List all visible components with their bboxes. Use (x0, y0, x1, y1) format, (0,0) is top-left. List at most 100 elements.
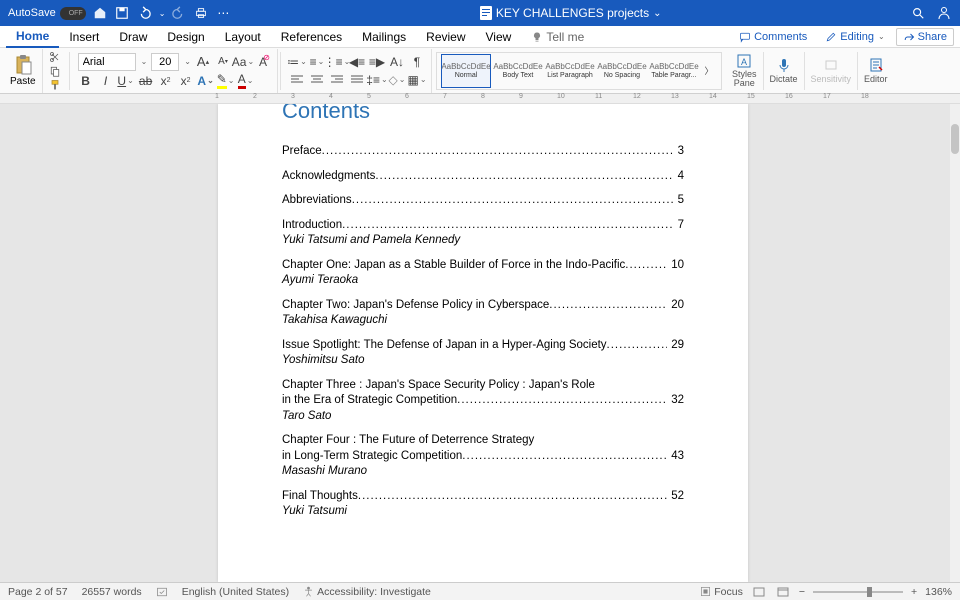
tab-layout[interactable]: Layout (215, 27, 271, 47)
tab-design[interactable]: Design (157, 27, 214, 47)
word-count[interactable]: 26557 words (82, 586, 142, 598)
numbering-icon[interactable]: ≡⌄ (309, 54, 325, 70)
tab-insert[interactable]: Insert (59, 27, 109, 47)
toc-page: 5 (678, 193, 684, 209)
editor-button[interactable]: Editor (858, 57, 894, 84)
accessibility-icon (303, 586, 314, 597)
scrollbar-thumb[interactable] (951, 124, 959, 154)
save-icon[interactable] (114, 5, 130, 21)
subscript-button[interactable]: x2 (158, 73, 174, 89)
editing-button[interactable]: Editing ⌄ (818, 28, 891, 46)
style-list-paragraph[interactable]: AaBbCcDdEeList Paragraph (545, 54, 595, 88)
home-icon[interactable] (92, 5, 108, 21)
align-center-icon[interactable] (309, 72, 325, 88)
style-no-spacing[interactable]: AaBbCcDdEeNo Spacing (597, 54, 647, 88)
styles-more-icon[interactable]: 〉 (701, 63, 717, 79)
zoom-slider[interactable] (813, 591, 903, 593)
tab-references[interactable]: References (271, 27, 352, 47)
borders-icon[interactable]: ▦⌄ (409, 72, 425, 88)
more-icon[interactable]: ⋯ (215, 5, 231, 21)
style-body-text[interactable]: AaBbCcDdEeBody Text (493, 54, 543, 88)
highlight-icon[interactable]: ✎⌄ (218, 73, 234, 89)
shading-icon[interactable]: ◇⌄ (389, 72, 405, 88)
bold-button[interactable]: B (78, 73, 94, 89)
align-right-icon[interactable] (329, 72, 345, 88)
font-size-select[interactable] (151, 53, 179, 71)
show-marks-icon[interactable]: ¶ (409, 54, 425, 70)
redo-icon[interactable] (171, 5, 187, 21)
superscript-button[interactable]: x2 (178, 73, 194, 89)
line-spacing-icon[interactable]: ‡≡⌄ (369, 72, 385, 88)
clear-format-icon[interactable]: A⊘ (255, 54, 271, 70)
autosave-toggle[interactable]: AutoSave OFF (8, 7, 86, 20)
shrink-font-icon[interactable]: A▾ (215, 54, 231, 70)
word-doc-icon (480, 6, 492, 20)
style-normal[interactable]: AaBbCcDdEeNormal (441, 54, 491, 88)
underline-button[interactable]: U⌄ (118, 73, 134, 89)
toc-title: Preface (282, 144, 322, 160)
toc-author: Ayumi Teraoka (282, 273, 684, 289)
accessibility-indicator[interactable]: Accessibility: Investigate (303, 586, 431, 598)
chevron-down-icon[interactable]: ⌄ (653, 8, 661, 19)
tab-draw[interactable]: Draw (109, 27, 157, 47)
zoom-out-button[interactable]: − (799, 586, 805, 598)
zoom-in-button[interactable]: + (911, 586, 917, 598)
tab-review[interactable]: Review (416, 27, 475, 47)
justify-icon[interactable] (349, 72, 365, 88)
web-layout-view-icon[interactable] (775, 585, 791, 599)
change-case-icon[interactable]: Aa⌄ (235, 54, 251, 70)
undo-dropdown-icon[interactable]: ⌄ (159, 9, 166, 18)
dictate-button[interactable]: Dictate (764, 57, 804, 84)
chevron-down-icon[interactable]: ⌄ (184, 57, 191, 66)
tab-mailings[interactable]: Mailings (352, 27, 416, 47)
focus-mode-button[interactable]: Focus (700, 586, 743, 598)
ribbon: Paste ⌄ ⌄ A▴ A▾ Aa⌄ A⊘ B I U⌄ ab x2 x2 A… (0, 48, 960, 94)
bulb-icon (531, 31, 543, 43)
account-icon[interactable] (936, 5, 952, 21)
multilevel-icon[interactable]: ⋮≡⌄ (329, 54, 345, 70)
toc-author: Takahisa Kawaguchi (282, 313, 684, 329)
text-effects-icon[interactable]: A⌄ (198, 73, 214, 89)
style-table-paragraph[interactable]: AaBbCcDdEeTable Paragr... (649, 54, 699, 88)
chevron-down-icon[interactable]: ⌄ (141, 57, 148, 66)
autosave-label: AutoSave (8, 7, 56, 19)
italic-button[interactable]: I (98, 73, 114, 89)
styles-pane-button[interactable]: A Styles Pane (726, 53, 763, 88)
print-icon[interactable] (193, 5, 209, 21)
grow-font-icon[interactable]: A▴ (195, 54, 211, 70)
bullets-icon[interactable]: ≔⌄ (289, 54, 305, 70)
increase-indent-icon[interactable]: ≡▶ (369, 54, 385, 70)
document-page[interactable]: Contents Preface .......................… (218, 104, 748, 582)
strikethrough-button[interactable]: ab (138, 73, 154, 89)
tell-me[interactable]: Tell me (521, 27, 594, 47)
styles-pane-icon: A (736, 53, 752, 69)
format-painter-icon[interactable] (47, 79, 63, 91)
mic-icon (776, 57, 792, 73)
page-indicator[interactable]: Page 2 of 57 (8, 586, 68, 598)
font-color-icon[interactable]: A⌄ (238, 73, 254, 89)
autosave-switch[interactable]: OFF (60, 7, 86, 20)
undo-icon[interactable] (136, 5, 152, 21)
vertical-scrollbar[interactable] (950, 104, 960, 582)
copy-icon[interactable] (47, 65, 63, 77)
language-indicator[interactable]: English (United States) (182, 586, 289, 598)
share-button[interactable]: Share (896, 28, 954, 46)
toc-page: 52 (671, 489, 684, 505)
comments-button[interactable]: Comments (732, 28, 814, 46)
cut-icon[interactable] (47, 51, 63, 63)
spellcheck-icon[interactable] (156, 586, 168, 598)
ruler[interactable] (0, 94, 960, 104)
font-name-select[interactable] (78, 53, 136, 71)
sort-icon[interactable]: A↓ (389, 54, 405, 70)
align-left-icon[interactable] (289, 72, 305, 88)
tab-view[interactable]: View (476, 27, 522, 47)
search-icon[interactable] (910, 5, 926, 21)
document-title[interactable]: KEY CHALLENGES projects ⌄ (231, 6, 910, 20)
tab-home[interactable]: Home (6, 26, 59, 48)
toc-dots: ........................................… (375, 169, 673, 185)
zoom-slider-thumb[interactable] (867, 587, 872, 597)
paste-button[interactable]: Paste (10, 55, 36, 87)
print-layout-view-icon[interactable] (751, 585, 767, 599)
zoom-level[interactable]: 136% (925, 586, 952, 598)
decrease-indent-icon[interactable]: ◀≡ (349, 54, 365, 70)
